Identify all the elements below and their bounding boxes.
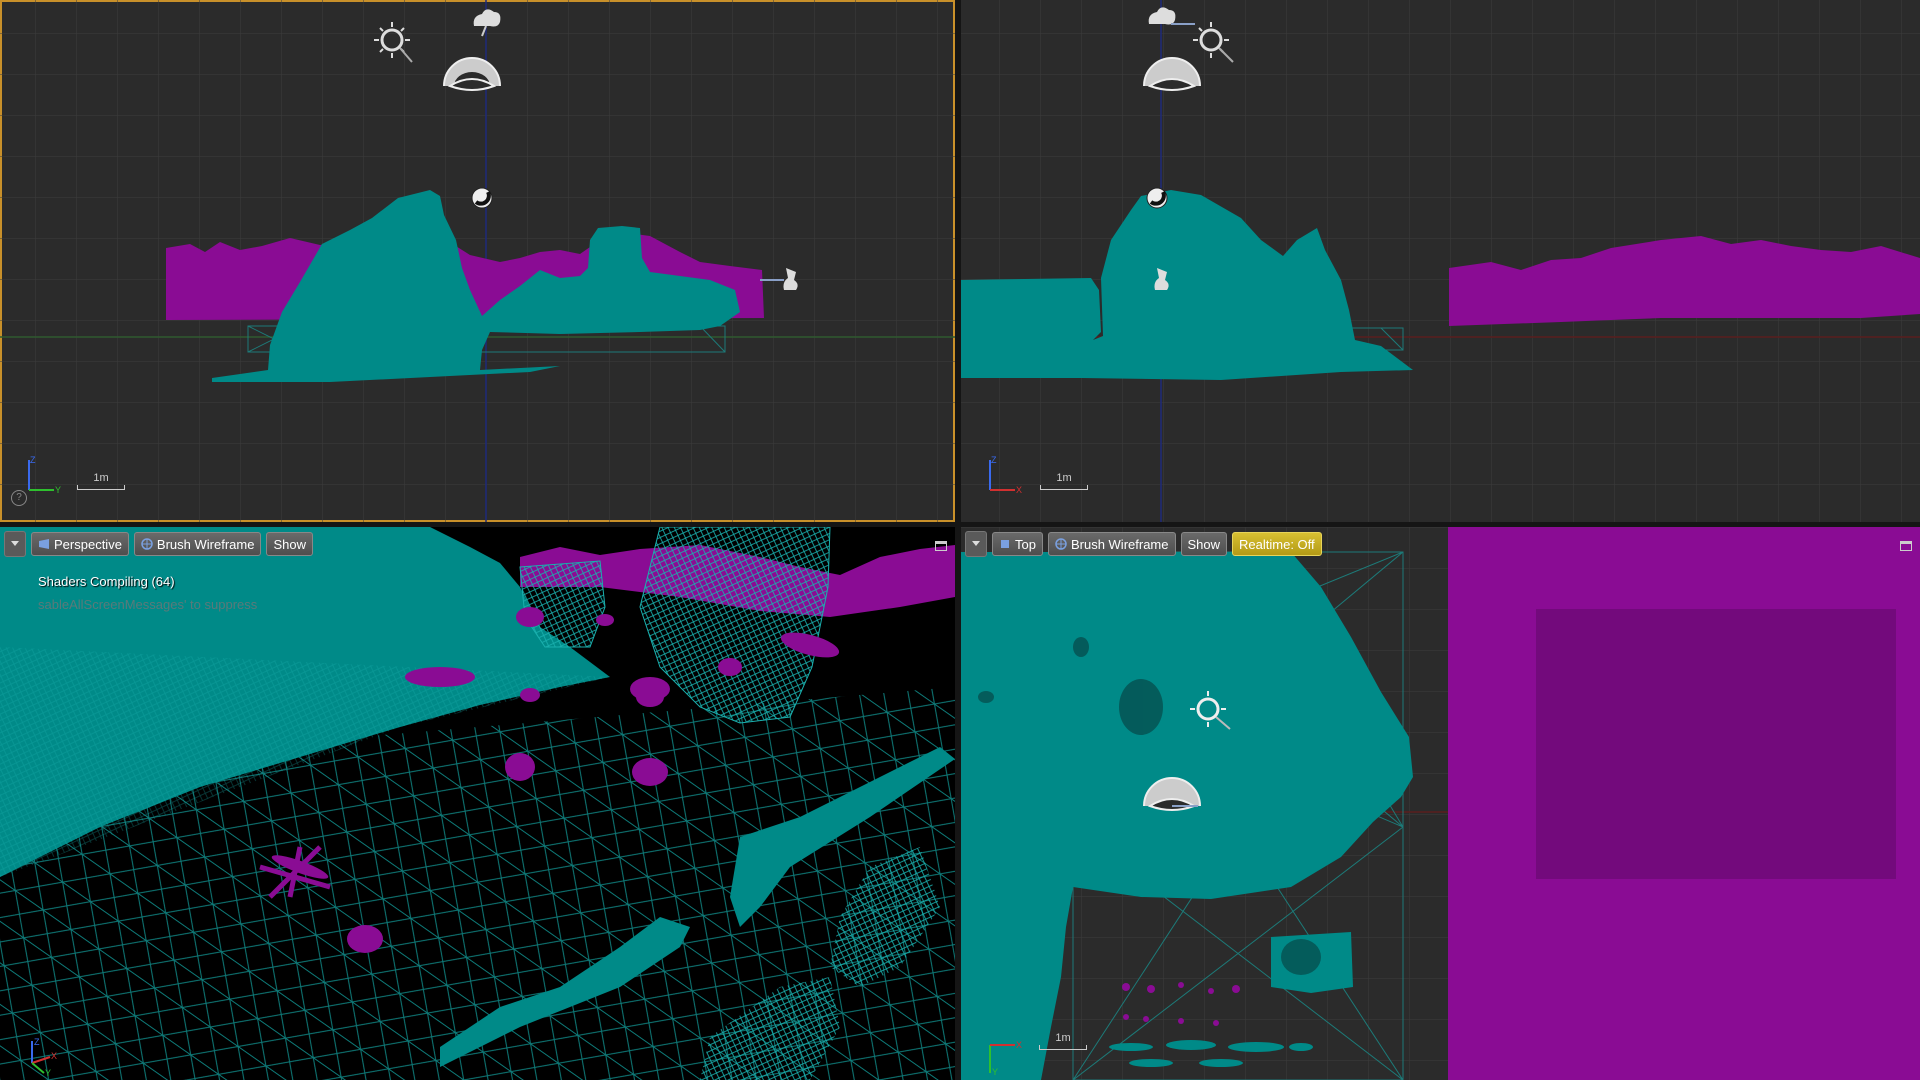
- axis-indicator: X Y: [989, 1040, 1022, 1077]
- viewport-toolbar: Top Brush Wireframe Show Realtime: Off: [965, 531, 1322, 557]
- perspective-icon: [39, 539, 49, 549]
- view-mode-label: Perspective: [54, 536, 122, 552]
- scale-label: 1m: [93, 472, 109, 484]
- realtime-toggle-button[interactable]: Realtime: Off: [1232, 532, 1322, 556]
- reflection-sphere-icon: [1146, 187, 1168, 209]
- cloud-icon: [473, 9, 501, 37]
- scene-geometry: [166, 9, 798, 382]
- rock-mesh-teal: [961, 190, 1413, 380]
- show-button[interactable]: Show: [266, 532, 313, 556]
- top-view-icon: [1001, 540, 1009, 548]
- scale-label: 1m: [1056, 472, 1072, 484]
- chevron-down-icon: [11, 541, 19, 546]
- log-mesh-teal: [1109, 1040, 1313, 1067]
- axis-label-up: Z: [30, 455, 36, 465]
- sky-atmosphere-icon: [443, 57, 501, 91]
- axis-label-down: Y: [992, 1067, 998, 1077]
- cloud-icon: [1148, 7, 1195, 25]
- axis-label-right: X: [1016, 485, 1022, 495]
- directional-light-icon: [1193, 22, 1234, 63]
- maximize-viewport-button[interactable]: [935, 541, 947, 551]
- viewport-toolbar: Perspective Brush Wireframe Show: [4, 531, 313, 557]
- directional-light-icon: [374, 22, 413, 63]
- player-start-icon: [760, 268, 798, 290]
- view-mode-button[interactable]: Perspective: [31, 532, 129, 556]
- show-label: Show: [273, 536, 306, 552]
- axis-label-z: Z: [34, 1037, 40, 1047]
- realtime-label: Realtime: Off: [1239, 536, 1315, 552]
- view-mode-label: Top: [1015, 536, 1036, 552]
- axis-indicator: Z Y: [28, 455, 61, 495]
- scale-indicator: 1m: [1040, 472, 1088, 490]
- rock-wireframe: [639, 527, 831, 724]
- show-label: Show: [1187, 536, 1221, 552]
- show-button[interactable]: Show: [1180, 532, 1228, 556]
- scene-geometry: [961, 7, 1920, 380]
- shader-compiling-message: Shaders Compiling (64): [38, 574, 175, 589]
- help-icon[interactable]: ?: [11, 490, 27, 506]
- suppress-hint-message: sableAllScreenMessages' to suppress: [38, 597, 258, 612]
- axis-label-up: Z: [991, 455, 997, 465]
- scene-geometry: [961, 527, 1920, 1080]
- debris-magenta: [1122, 982, 1240, 1026]
- axis-indicator: Z X: [989, 455, 1022, 495]
- lighting-mode-label: Brush Wireframe: [1070, 536, 1169, 552]
- chevron-down-icon: [972, 541, 980, 546]
- view-mode-button[interactable]: Top: [992, 532, 1043, 556]
- maximize-viewport-button[interactable]: [1900, 541, 1912, 551]
- sky-atmosphere-icon: [1143, 57, 1201, 91]
- reflection-sphere-icon: [471, 187, 493, 209]
- top-viewport[interactable]: Top Brush Wireframe Show Realtime: Off X…: [961, 527, 1920, 1080]
- axis-label-right: X: [1016, 1040, 1022, 1050]
- axis-indicator: Z X Y: [31, 1037, 57, 1077]
- terrain-mesh-magenta: [1449, 236, 1920, 326]
- rock-mesh-teal: [961, 552, 1413, 1080]
- scale-indicator: 1m: [77, 472, 125, 490]
- wireframe-icon: [141, 538, 153, 550]
- scale-label: 1m: [1055, 1032, 1071, 1044]
- lighting-mode-button[interactable]: Brush Wireframe: [1047, 532, 1176, 556]
- front-viewport[interactable]: Z X 1m: [961, 0, 1920, 522]
- axis-label-x: X: [51, 1051, 57, 1061]
- lighting-mode-label: Brush Wireframe: [156, 536, 255, 552]
- axis-label-y: Y: [45, 1068, 51, 1077]
- axis-label-right: Y: [55, 485, 61, 495]
- viewport-options-menu[interactable]: [965, 531, 987, 557]
- side-viewport[interactable]: Z Y 1m ?: [0, 0, 955, 522]
- lighting-mode-button[interactable]: Brush Wireframe: [133, 532, 262, 556]
- scale-indicator: 1m: [1039, 1032, 1087, 1050]
- wireframe-icon: [1055, 538, 1067, 550]
- viewport-options-menu[interactable]: [4, 531, 26, 557]
